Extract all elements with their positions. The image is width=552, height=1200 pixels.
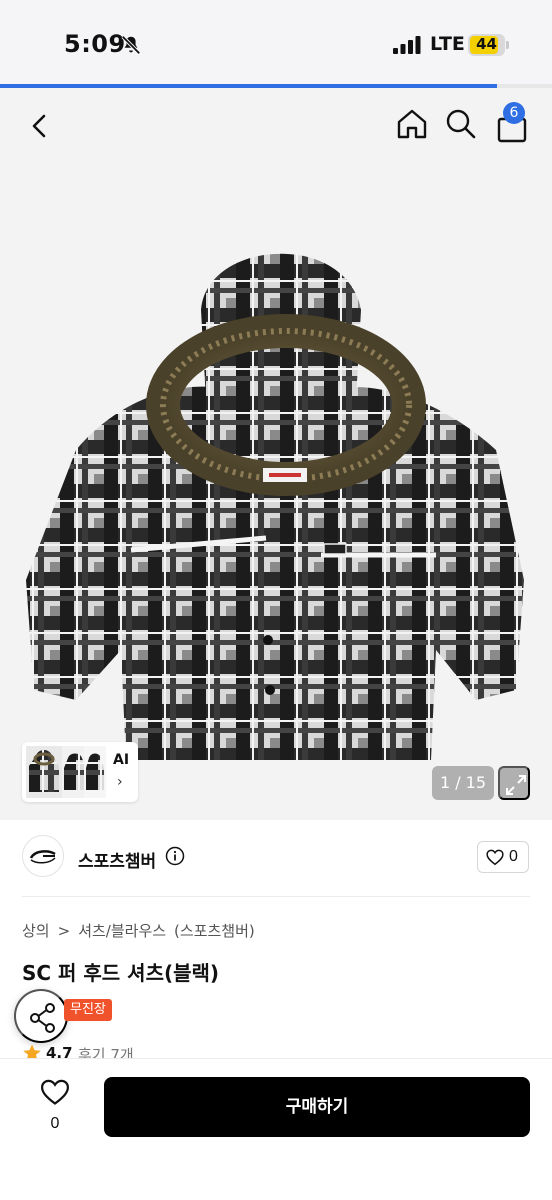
breadcrumb-category[interactable]: 상의 — [22, 922, 50, 940]
share-icon — [30, 1003, 55, 1033]
breadcrumb: 상의 > 셔츠/블라우스 (스포츠챔버) — [22, 920, 263, 941]
store-badge: 무진장 — [64, 999, 112, 1021]
home-icon — [397, 109, 427, 139]
brand-name[interactable]: 스포츠챔버 — [78, 847, 156, 872]
expand-button[interactable] — [498, 766, 530, 800]
brand-row[interactable]: 스포츠챔버 0 — [0, 820, 552, 898]
cart-count-badge: 6 — [503, 102, 525, 124]
breadcrumb-brand[interactable]: (스포츠챔버) — [174, 922, 255, 940]
buy-button[interactable]: 구매하기 — [104, 1077, 530, 1137]
heart-icon — [41, 1079, 69, 1105]
chevron-right-icon: > — [57, 922, 71, 940]
ai-label: AI — [113, 752, 130, 768]
thumbnail-image — [84, 746, 106, 798]
bottom-purchase-bar: 0 구매하기 — [0, 1058, 552, 1200]
divider — [22, 896, 530, 897]
thumbnail-image — [26, 746, 62, 798]
product-photo — [26, 253, 524, 760]
share-button[interactable] — [14, 989, 68, 1043]
brand-logo-mark — [29, 850, 56, 864]
back-icon — [32, 114, 46, 138]
signal-icon — [393, 36, 421, 54]
battery-percent: 44 — [476, 35, 497, 53]
status-bar: 5:09 LTE 44 — [0, 0, 552, 84]
info-icon[interactable] — [165, 846, 185, 866]
network-type: LTE — [430, 33, 465, 55]
brand-like-button[interactable]: 0 — [477, 841, 529, 873]
ai-thumbnail-strip[interactable]: AI › — [22, 742, 138, 802]
like-count: 0 — [50, 1115, 60, 1132]
battery-icon: 44 — [468, 34, 505, 56]
brand-like-count: 0 — [509, 848, 518, 865]
bell-muted-icon — [121, 35, 141, 55]
expand-icon — [506, 775, 526, 795]
search-button[interactable] — [443, 106, 479, 142]
heart-icon — [486, 849, 504, 866]
product-title: SC 퍼 후드 셔츠(블랙) — [22, 961, 220, 985]
status-time: 5:09 — [64, 30, 126, 58]
battery-cap — [506, 41, 509, 49]
back-button[interactable] — [22, 108, 58, 144]
breadcrumb-subcategory[interactable]: 셔츠/블라우스 — [78, 922, 166, 940]
image-counter: 1 / 15 — [432, 766, 494, 800]
product-image-gallery[interactable]: 6 AI › 1 / 15 — [0, 88, 552, 820]
like-button[interactable]: 0 — [22, 1075, 88, 1141]
brand-logo[interactable] — [22, 835, 64, 877]
home-button[interactable] — [394, 106, 430, 142]
chevron-right-icon: › — [117, 774, 123, 790]
search-icon — [446, 109, 476, 139]
